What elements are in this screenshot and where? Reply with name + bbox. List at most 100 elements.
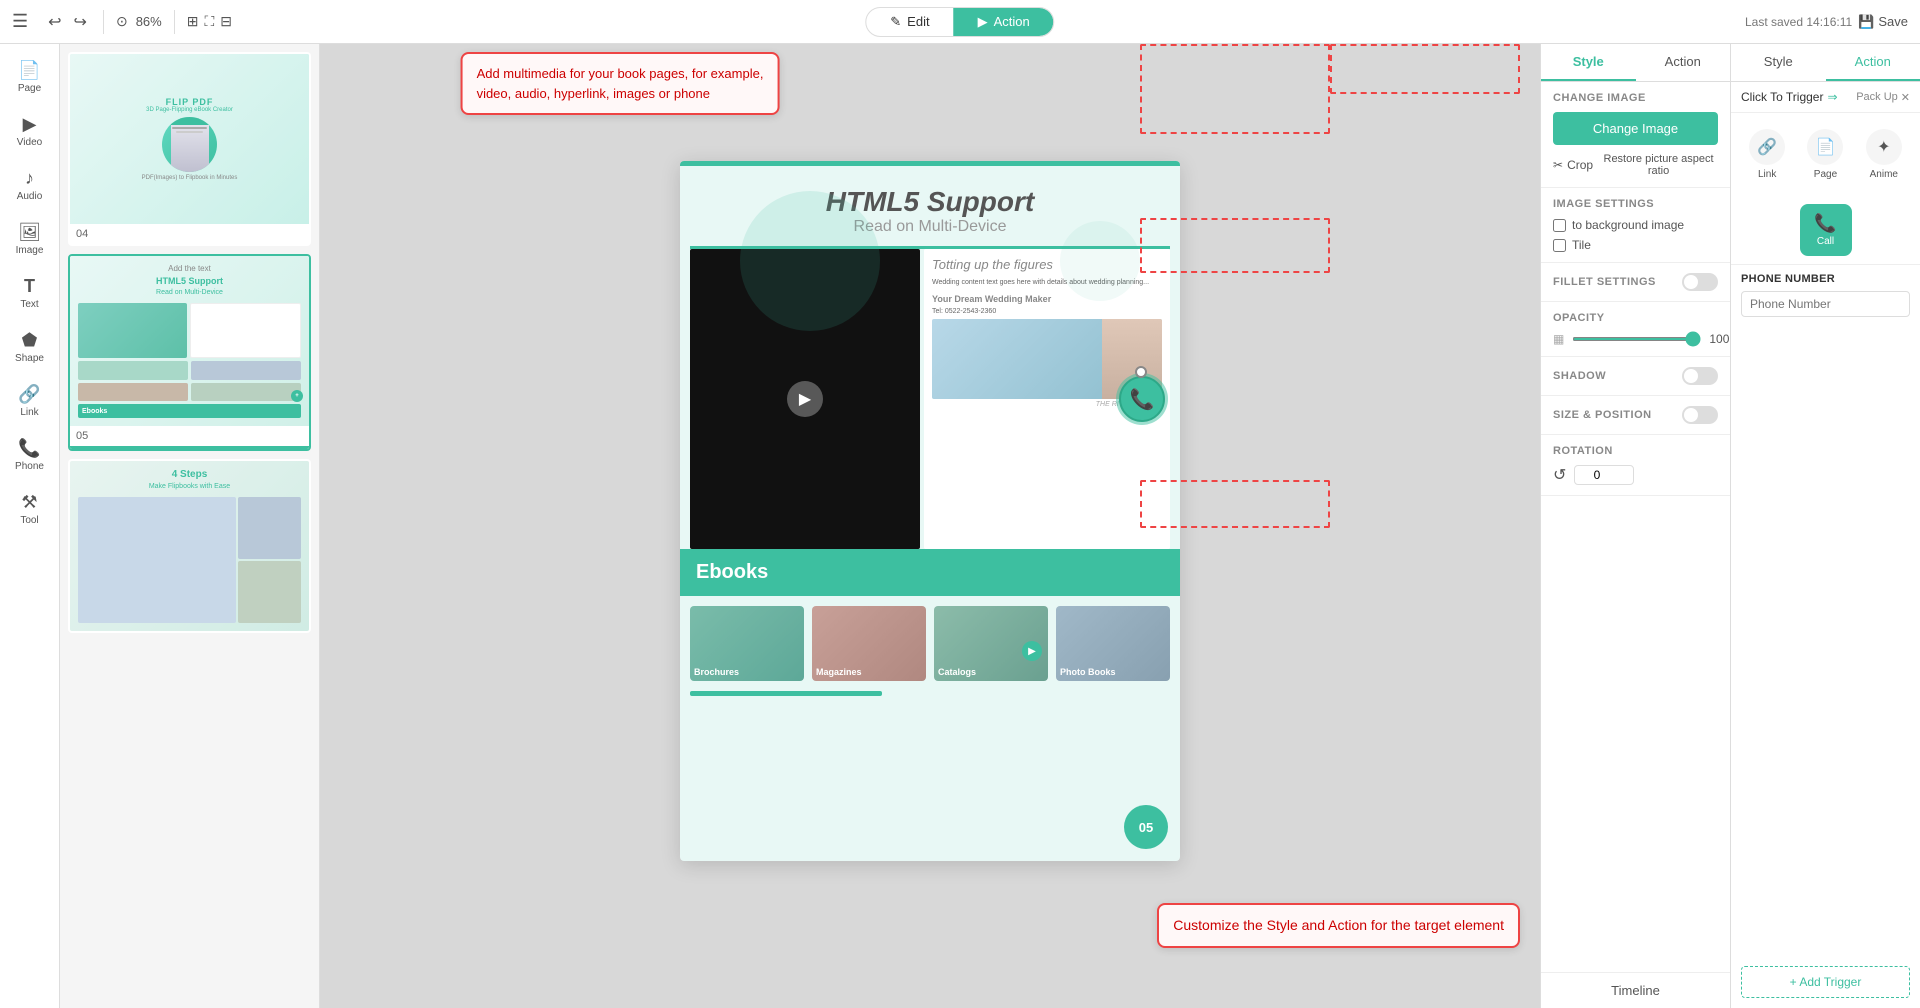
phone-icon: 📞 <box>18 438 40 459</box>
magazines-thumb[interactable]: Magazines <box>812 606 926 681</box>
shadow-toggle[interactable] <box>1682 367 1718 385</box>
sidebar-item-shape[interactable]: ⬟ Shape <box>4 322 56 372</box>
sidebar-label-link: Link <box>20 407 38 418</box>
book-canvas: HTML5 Support Read on Multi-Device ▶ Tot… <box>680 161 1180 861</box>
click-trigger-label: Click To Trigger <box>1741 90 1823 104</box>
phone-element[interactable]: 📞 <box>1119 376 1165 422</box>
page-action-item[interactable]: 📄 Page <box>1799 123 1851 186</box>
sidebar-item-page[interactable]: 📄 Page <box>4 52 56 102</box>
save-button[interactable]: 💾 Save <box>1858 14 1908 30</box>
text-icon: T <box>24 276 35 297</box>
grid-button[interactable]: ⊟ <box>220 13 232 30</box>
rotation-input[interactable] <box>1574 465 1634 485</box>
anime-action-label: Anime <box>1870 169 1898 180</box>
crop-icon: ✂ <box>1553 158 1563 172</box>
close-icon: ✕ <box>1901 91 1910 104</box>
size-position-title: SIZE & POSITION <box>1553 409 1652 421</box>
catalogs-thumb[interactable]: ▶ Catalogs <box>934 606 1048 681</box>
crop-button[interactable]: ✂ Crop <box>1553 158 1593 172</box>
page-action-icon: 📄 <box>1816 137 1836 157</box>
image-settings-title: IMAGE SETTINGS <box>1553 198 1718 210</box>
outer-style-tab[interactable]: Style <box>1731 44 1826 81</box>
action-tab[interactable]: ▶ Action <box>954 8 1054 36</box>
sidebar-label-image: Image <box>16 245 44 256</box>
sidebar-item-tool[interactable]: ⚒ Tool <box>4 484 56 534</box>
sidebar-label-phone: Phone <box>15 461 44 472</box>
opacity-grid-icon: ▦ <box>1553 332 1564 346</box>
edit-icon: ✎ <box>890 14 901 30</box>
redo-button[interactable]: ↪ <box>70 10 91 34</box>
fullscreen-button[interactable]: ⛶ <box>204 13 214 30</box>
fit-screen-button[interactable]: ⊞ <box>187 13 199 30</box>
photo-books-thumb[interactable]: Photo Books <box>1056 606 1170 681</box>
add-multimedia-tooltip: Add multimedia for your book pages, for … <box>461 52 780 115</box>
tile-checkbox[interactable] <box>1553 239 1566 252</box>
link-action-item[interactable]: 🔗 Link <box>1741 123 1793 186</box>
last-saved: Last saved 14:16:11 <box>1745 15 1852 29</box>
fillet-settings-title: FILLET SETTINGS <box>1553 276 1656 288</box>
timeline-button[interactable]: Timeline <box>1541 972 1730 1008</box>
action-tab-style-panel[interactable]: Action <box>1636 44 1731 81</box>
sidebar-item-audio[interactable]: ♪ Audio <box>4 160 56 210</box>
link-action-icon: 🔗 <box>1757 137 1777 157</box>
image-icon: 🖼 <box>18 222 41 243</box>
action-icon: ▶ <box>978 14 988 30</box>
add-trigger-button[interactable]: + Add Trigger <box>1741 966 1910 998</box>
size-position-toggle[interactable] <box>1682 406 1718 424</box>
call-action-button[interactable]: 📞 Call <box>1800 204 1852 256</box>
sidebar-item-text[interactable]: T Text <box>4 268 56 318</box>
shadow-title: SHADOW <box>1553 370 1606 382</box>
customize-style-tooltip: Customize the Style and Action for the t… <box>1157 903 1520 948</box>
change-image-section-title: CHANGE IMAGE <box>1553 92 1718 104</box>
opacity-slider[interactable] <box>1572 337 1701 341</box>
phone-number-input[interactable] <box>1741 291 1910 317</box>
brochures-thumb[interactable]: Brochures <box>690 606 804 681</box>
page-thumb-04[interactable]: FLIP PDF 3D Page-Flipping eBook Creator … <box>68 52 311 246</box>
shape-icon: ⬟ <box>22 330 38 351</box>
page-number-05: 05 <box>70 426 309 446</box>
save-icon: 💾 <box>1858 14 1874 30</box>
sidebar-label-audio: Audio <box>17 191 43 202</box>
undo-button[interactable]: ↩ <box>44 10 65 34</box>
page-thumb-06[interactable]: 4 Steps Make Flipbooks with Ease <box>68 459 311 633</box>
tile-label: Tile <box>1572 238 1591 252</box>
fillet-toggle[interactable] <box>1682 273 1718 291</box>
ebooks-label: Ebooks <box>696 561 768 583</box>
style-tab[interactable]: Style <box>1541 44 1636 81</box>
menu-icon[interactable]: ☰ <box>12 11 28 32</box>
play-button[interactable]: ▶ <box>787 381 823 417</box>
video-icon: ▶ <box>23 114 37 135</box>
canvas-page-number: 05 <box>1124 805 1168 849</box>
call-icon: 📞 <box>1814 213 1836 234</box>
page-icon: 📄 <box>18 60 40 81</box>
trigger-icon: ⇒ <box>1827 90 1837 104</box>
call-label: Call <box>1817 236 1834 247</box>
page-thumb-05[interactable]: Add the text HTML5 Support Read on Multi… <box>68 254 311 451</box>
sidebar-label-page: Page <box>18 83 41 94</box>
sidebar-item-phone[interactable]: 📞 Phone <box>4 430 56 480</box>
action-icons-row: 🔗 Link 📄 Page ✦ Anime <box>1731 113 1920 196</box>
anime-action-icon: ✦ <box>1877 137 1890 157</box>
change-image-button[interactable]: Change Image <box>1553 112 1718 145</box>
phone-call-icon: 📞 <box>1130 387 1155 412</box>
outer-action-tab[interactable]: Action <box>1826 44 1920 81</box>
sidebar-item-video[interactable]: ▶ Video <box>4 106 56 156</box>
scroll-bar[interactable] <box>690 691 882 696</box>
sidebar-label-shape: Shape <box>15 353 44 364</box>
sidebar-label-tool: Tool <box>20 515 38 526</box>
anime-action-item[interactable]: ✦ Anime <box>1858 123 1910 186</box>
sidebar-label-text: Text <box>20 299 38 310</box>
pack-up-button[interactable]: Pack Up ✕ <box>1856 91 1910 104</box>
edit-tab[interactable]: ✎ Edit <box>866 8 953 36</box>
reset-view-button[interactable]: ⊙ <box>116 13 128 30</box>
resize-handle-top[interactable] <box>1135 366 1147 378</box>
audio-icon: ♪ <box>25 168 34 189</box>
sidebar-item-image[interactable]: 🖼 Image <box>4 214 56 264</box>
sidebar-label-video: Video <box>17 137 42 148</box>
to-background-checkbox[interactable] <box>1553 219 1566 232</box>
zoom-value: 86% <box>136 14 162 29</box>
sidebar-item-link[interactable]: 🔗 Link <box>4 376 56 426</box>
restore-aspect-button[interactable]: Restore picture aspect ratio <box>1599 153 1718 177</box>
bottom-thumbs-row: Brochures Magazines ▶ Catalogs Photo Boo… <box>680 596 1180 691</box>
opacity-title: OPACITY <box>1553 312 1718 324</box>
